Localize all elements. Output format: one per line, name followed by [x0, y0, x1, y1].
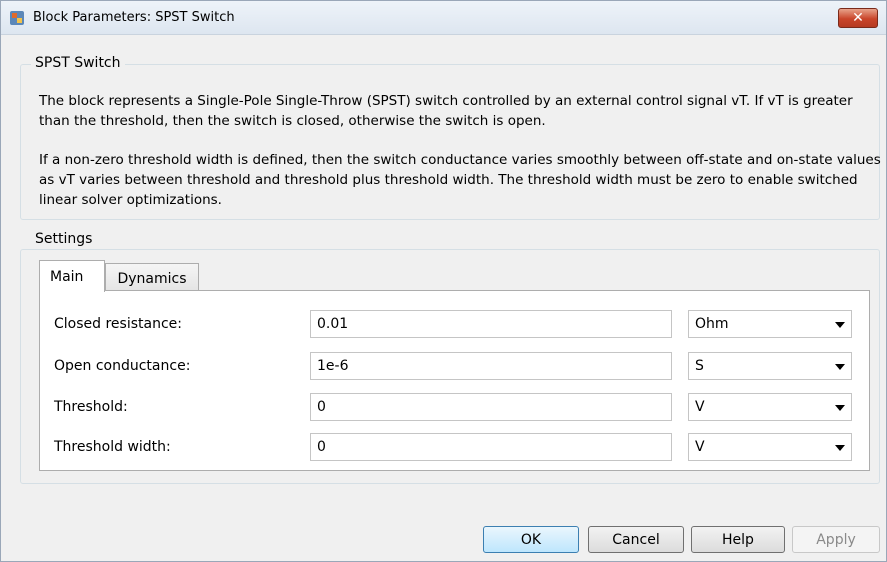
block-description-1: The block represents a Single-Pole Singl…: [39, 93, 853, 129]
closed-resistance-label: Closed resistance:: [54, 316, 182, 332]
chevron-down-icon: [835, 364, 845, 370]
block-description-2: If a non-zero threshold width is defined…: [39, 152, 881, 208]
open-conductance-unit-select[interactable]: S: [688, 352, 852, 380]
block-parameters-icon: [10, 11, 24, 25]
close-button[interactable]: ✕: [838, 8, 878, 28]
ok-button[interactable]: OK: [483, 526, 579, 553]
chevron-down-icon: [835, 405, 845, 411]
open-conductance-unit-value: S: [695, 358, 704, 374]
dialog-window: Block Parameters: SPST Switch ✕ SPST Swi…: [0, 0, 887, 562]
block-name-legend: SPST Switch: [31, 55, 125, 71]
chevron-down-icon: [835, 445, 845, 451]
threshold-width-label: Threshold width:: [54, 439, 171, 455]
threshold-unit-select[interactable]: V: [688, 393, 852, 421]
title-bar[interactable]: Block Parameters: SPST Switch ✕: [1, 1, 886, 35]
threshold-width-input[interactable]: 0: [310, 433, 672, 461]
tab-dynamics-label: Dynamics: [117, 270, 187, 287]
settings-legend: Settings: [31, 231, 97, 247]
help-button[interactable]: Help: [691, 526, 785, 553]
threshold-width-unit-value: V: [695, 439, 705, 455]
closed-resistance-unit-select[interactable]: Ohm: [688, 310, 852, 338]
open-conductance-label: Open conductance:: [54, 358, 191, 374]
threshold-label: Threshold:: [54, 399, 128, 415]
close-icon: ✕: [852, 10, 864, 26]
threshold-input[interactable]: 0: [310, 393, 672, 421]
closed-resistance-unit-value: Ohm: [695, 316, 729, 332]
chevron-down-icon: [835, 322, 845, 328]
open-conductance-input[interactable]: 1e-6: [310, 352, 672, 380]
tab-dynamics[interactable]: Dynamics: [105, 263, 199, 293]
apply-button: Apply: [792, 526, 880, 553]
tab-main[interactable]: Main: [39, 260, 105, 292]
tab-main-label: Main: [50, 268, 84, 285]
cancel-button[interactable]: Cancel: [588, 526, 684, 553]
threshold-width-unit-select[interactable]: V: [688, 433, 852, 461]
closed-resistance-input[interactable]: 0.01: [310, 310, 672, 338]
window-title: Block Parameters: SPST Switch: [33, 10, 235, 25]
threshold-unit-value: V: [695, 399, 705, 415]
